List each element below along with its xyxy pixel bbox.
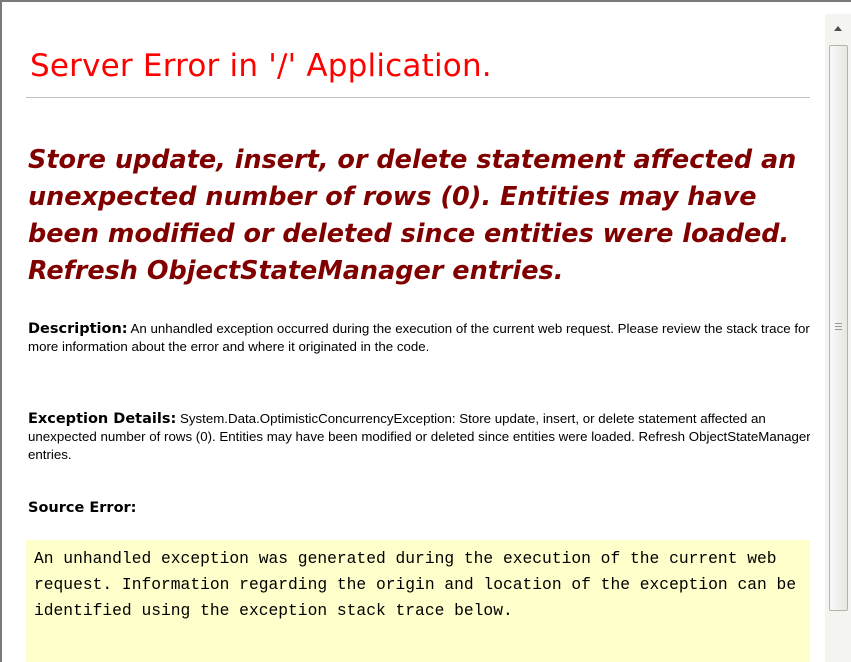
exception-details-label: Exception Details: (28, 411, 177, 427)
description-text: An unhandled exception occurred during t… (28, 321, 810, 354)
scroll-up-button[interactable] (825, 14, 851, 42)
triangle-up-icon (834, 25, 842, 31)
description-label: Description: (28, 321, 128, 337)
source-error-label: Source Error: (28, 500, 137, 516)
description-paragraph: Description: An unhandled exception occu… (28, 320, 810, 356)
title-divider (26, 97, 810, 98)
browser-viewport: Server Error in '/' Application. Store u… (0, 0, 851, 662)
error-message: Store update, insert, or delete statemen… (28, 145, 797, 286)
error-page: Server Error in '/' Application. Store u… (26, 2, 810, 662)
scrollbar-thumb[interactable] (829, 45, 848, 611)
page-title: Server Error in '/' Application. (30, 48, 492, 84)
source-error-paragraph: Source Error: (28, 499, 810, 517)
source-error-code: An unhandled exception was generated dur… (34, 549, 797, 620)
vertical-scrollbar[interactable] (825, 14, 851, 662)
grip-lines-icon (835, 323, 842, 332)
source-error-box: An unhandled exception was generated dur… (26, 540, 810, 662)
exception-details-paragraph: Exception Details: System.Data.Optimisti… (28, 410, 810, 464)
